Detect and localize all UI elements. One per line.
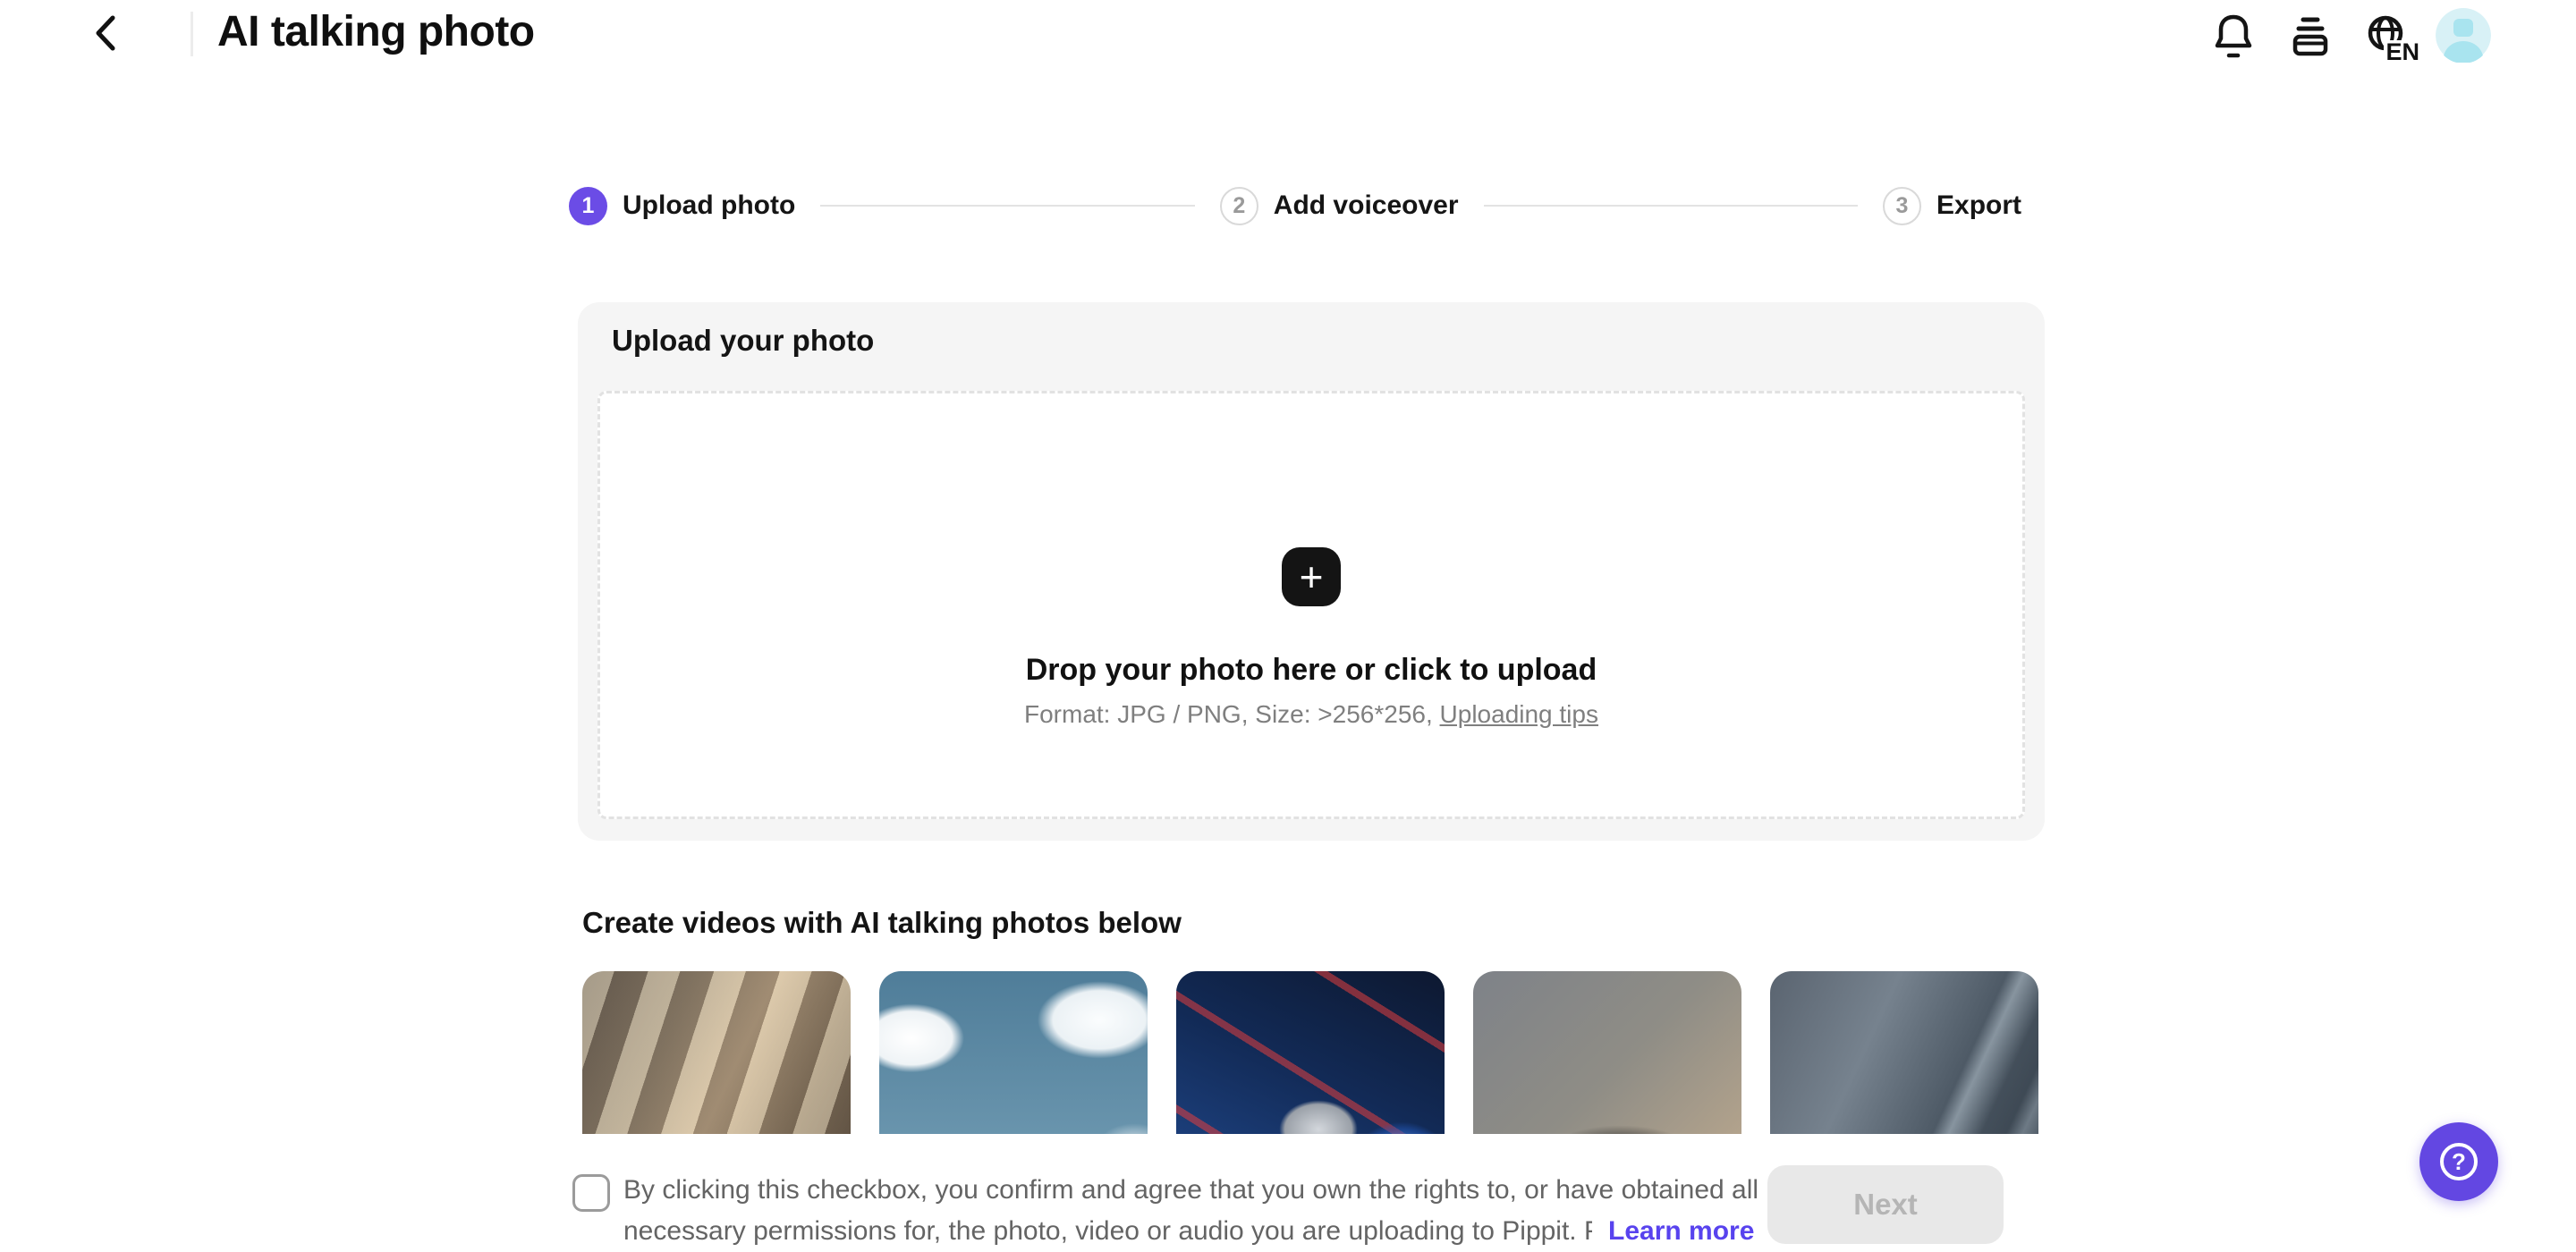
upload-card: Upload your photo + Drop your photo here…: [578, 302, 2045, 841]
title-divider: [191, 12, 193, 56]
sample-photo-toddler-headphones[interactable]: [1473, 971, 1741, 1134]
dropzone-subtext: Format: JPG / PNG, Size: >256*256, Uploa…: [1024, 700, 1598, 729]
stepper-connector: [1483, 205, 1858, 207]
user-avatar-icon: [2436, 8, 2491, 63]
question-mark-icon: ?: [2440, 1143, 2478, 1180]
format-text: Format: JPG / PNG, Size: >256*256,: [1024, 700, 1440, 728]
language-button[interactable]: EN: [2366, 13, 2419, 64]
consent-line2: necessary permissions for, the photo, vi…: [623, 1216, 1592, 1246]
consent-text: By clicking this checkbox, you confirm a…: [623, 1170, 1758, 1252]
step-1-label: Upload photo: [623, 190, 796, 220]
avatar[interactable]: [2436, 8, 2491, 63]
consent-line1: By clicking this checkbox, you confirm a…: [623, 1175, 1759, 1205]
dropzone-headline: Drop your photo here or click to upload: [1025, 653, 1597, 687]
sample-photo-dj-blue-stage[interactable]: [1176, 971, 1445, 1134]
language-label: EN: [2384, 38, 2419, 65]
sample-photo-anime-character[interactable]: [1770, 971, 2038, 1134]
step-2-label: Add voiceover: [1273, 190, 1459, 220]
upload-card-title: Upload your photo: [612, 324, 875, 357]
sample-photo-strip: [582, 971, 2049, 1134]
storage-box-icon: [2291, 13, 2330, 60]
step-3-circle: 3: [1883, 186, 1921, 225]
step-1-circle: 1: [569, 186, 607, 225]
next-button[interactable]: Next: [1767, 1165, 2004, 1244]
assets-button[interactable]: [2291, 13, 2330, 60]
chevron-left-icon: [90, 13, 121, 56]
help-button[interactable]: ?: [2419, 1122, 2498, 1201]
plus-icon: +: [1299, 554, 1324, 600]
ai-talking-photo-page: AI talking photo EN 1 Upload photo 2 Add…: [0, 0, 2576, 1252]
upload-plus-button[interactable]: +: [1282, 547, 1341, 606]
footer-bar: By clicking this checkbox, you confirm a…: [0, 1134, 2576, 1252]
learn-more-link[interactable]: Learn more: [1608, 1211, 1754, 1252]
back-button[interactable]: [84, 11, 127, 57]
uploading-tips-link[interactable]: Uploading tips: [1440, 700, 1598, 728]
step-3-label: Export: [1936, 190, 2022, 220]
header: AI talking photo EN: [0, 0, 2576, 72]
stepper: 1 Upload photo 2 Add voiceover 3 Export: [569, 186, 2021, 225]
gallery-title: Create videos with AI talking photos bel…: [582, 906, 1182, 939]
consent-checkbox[interactable]: [572, 1174, 610, 1212]
stepper-connector: [820, 205, 1195, 207]
step-add-voiceover[interactable]: 2 Add voiceover: [1219, 186, 1459, 225]
sample-photo-elderly-woman-airplane[interactable]: [582, 971, 851, 1134]
photo-dropzone[interactable]: + Drop your photo here or click to uploa…: [597, 391, 2025, 819]
step-2-circle: 2: [1219, 186, 1258, 225]
header-actions: EN: [2214, 0, 2491, 72]
sample-photo-cherub-angel-sky[interactable]: [879, 971, 1148, 1134]
notifications-button[interactable]: [2214, 12, 2253, 61]
step-upload-photo[interactable]: 1 Upload photo: [569, 186, 796, 225]
step-export[interactable]: 3 Export: [1883, 186, 2022, 225]
page-title: AI talking photo: [217, 8, 535, 55]
bell-icon: [2214, 12, 2253, 61]
